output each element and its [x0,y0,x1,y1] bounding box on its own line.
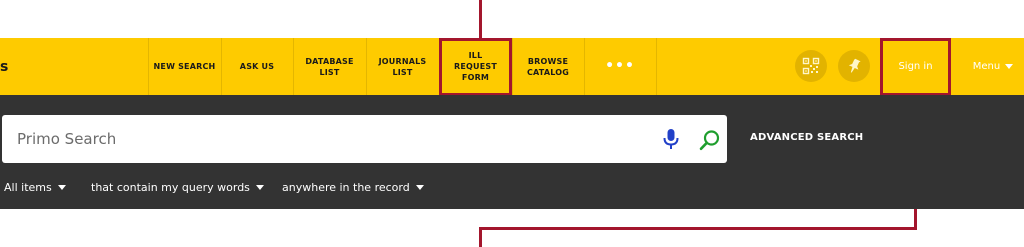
field-label: anywhere in the record [282,181,410,194]
nav-item-journals-list[interactable]: JOURNALS LIST [366,38,439,95]
menu-label: Menu [972,61,1001,72]
nav-item-new-search[interactable]: NEW SEARCH [148,38,221,95]
chevron-down-icon [57,185,66,190]
top-nav-bar: s NEW SEARCH ASK US DATABASE LIST JOURNA… [0,38,1024,95]
nav-item-browse-catalog[interactable]: BROWSE CATALOG [512,38,584,95]
chevron-down-icon [415,185,424,190]
qr-code-button[interactable] [795,50,827,82]
highlight-connector-top [479,0,482,40]
scope-label: All items [4,181,52,194]
chevron-down-icon [255,185,264,190]
match-dropdown[interactable]: that contain my query words [91,181,264,194]
advanced-search-link[interactable]: ADVANCED SEARCH [750,132,863,143]
logo-fragment: s [0,59,9,75]
match-label: that contain my query words [91,181,250,194]
nav-item-database-list[interactable]: DATABASE LIST [293,38,366,95]
page: s NEW SEARCH ASK US DATABASE LIST JOURNA… [0,0,1024,247]
highlight-sign-in [880,38,951,96]
highlight-connector-bottom-stub [479,227,482,247]
nav-divider [656,38,657,95]
highlight-connector-bottom-horizontal [479,227,917,230]
search-area: ADVANCED SEARCH All items that contain m… [0,95,1024,209]
search-icon[interactable] [699,129,721,151]
field-dropdown[interactable]: anywhere in the record [282,181,424,194]
chevron-down-icon [1005,64,1014,69]
search-box [2,115,727,163]
qr-code-icon [802,57,820,75]
nav-item-ask-us[interactable]: ASK US [221,38,293,95]
highlight-ill-request-form [439,38,512,96]
pinned-items-button[interactable] [838,50,870,82]
search-input[interactable] [17,115,617,163]
nav-more-button[interactable]: ••• [584,38,656,95]
scope-dropdown[interactable]: All items [4,181,66,194]
pin-icon [848,58,861,73]
microphone-icon[interactable] [661,128,681,150]
menu-button[interactable]: Menu [962,38,1024,95]
